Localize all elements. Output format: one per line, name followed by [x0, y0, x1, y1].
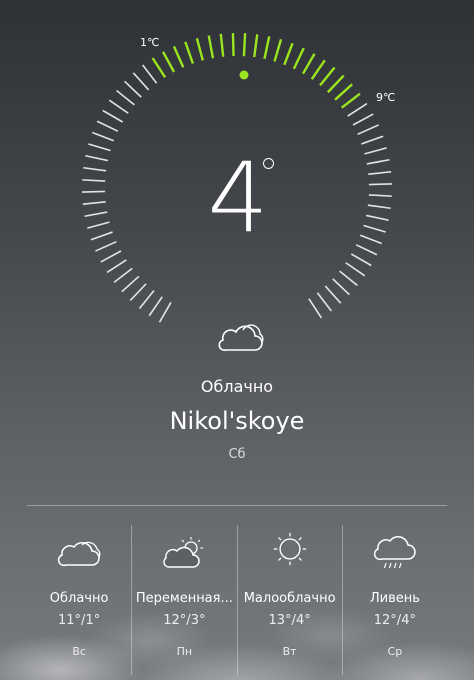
dial-tick — [332, 278, 350, 296]
city-name[interactable]: Nikol'skoye — [0, 407, 474, 435]
forecast-day[interactable]: Переменная... 12°/3° Пн — [131, 525, 236, 675]
dial-tick-range — [151, 57, 167, 78]
forecast-temps: 12°/4° — [373, 613, 416, 628]
forecast-day[interactable]: Облачно 11°/1° Вс — [27, 525, 131, 675]
rain-shower-icon — [373, 536, 416, 569]
dial-tick-range — [242, 33, 247, 57]
current-temperature: 4 — [207, 142, 268, 254]
dial-tick-range — [334, 83, 353, 101]
forecast-condition: Облачно — [49, 591, 109, 606]
cloudy-icon — [218, 324, 264, 352]
dial-tick-range — [253, 34, 259, 58]
dial-tick-range — [263, 36, 271, 60]
dial-tick — [148, 296, 163, 317]
dial-tick-range — [195, 37, 204, 61]
dial-tick — [129, 283, 147, 301]
dial-tick — [96, 120, 119, 132]
dial-tick — [106, 259, 127, 274]
dial-tick — [100, 250, 122, 263]
forecast-day[interactable]: Ливень 12°/4° Ср — [341, 525, 447, 675]
dial-tick — [352, 113, 374, 126]
dial-tick — [116, 89, 135, 106]
dial-tick-range — [319, 66, 336, 87]
current-temp-marker — [239, 70, 249, 80]
dial-tick — [113, 267, 133, 283]
dial-tick — [121, 275, 140, 293]
forecast-condition: Переменная... — [135, 591, 233, 606]
dial-tick — [124, 80, 142, 98]
forecast-day[interactable]: Малооблачно 13°/4° Вт — [236, 525, 342, 675]
dial-tick — [158, 301, 172, 323]
dial-tick — [142, 64, 158, 84]
dial-tick-range — [273, 39, 283, 62]
forecast-temps: 11°/1° — [58, 613, 101, 628]
forecast-day-label: Пн — [176, 645, 193, 658]
degree-symbol — [263, 158, 274, 169]
dial-tick — [324, 285, 342, 304]
dial-tick — [347, 102, 368, 117]
sun-icon — [273, 532, 306, 566]
dial-tick-range — [292, 47, 305, 70]
dial-tick-range — [301, 53, 316, 75]
dial-tick-range — [161, 51, 176, 73]
dial-tick — [92, 131, 115, 142]
dial-tick — [361, 135, 384, 145]
forecast-day-label: Ср — [387, 645, 403, 658]
dial-tick-range — [231, 33, 235, 57]
dial-tick — [357, 124, 379, 136]
dial-tick-range — [340, 92, 361, 109]
dial-tick — [108, 99, 129, 114]
dial-tick-range — [207, 35, 215, 59]
forecast-row: Облачно 11°/1° Вс Переменная... 12°/3° П… — [27, 525, 447, 675]
dial-tick-range — [326, 74, 345, 94]
dial-tick-range — [172, 45, 185, 68]
dial-tick — [132, 72, 150, 91]
current-day: Сб — [228, 447, 246, 462]
current-condition: Облачно — [200, 377, 274, 396]
dial-tick-range — [219, 33, 225, 57]
forecast-temps: 13°/4° — [268, 613, 311, 628]
forecast-day-label: Вт — [282, 645, 297, 658]
divider — [27, 505, 447, 506]
forecast-condition: Ливень — [369, 591, 420, 606]
dial-tick — [316, 292, 332, 312]
dial-tick — [308, 298, 323, 319]
partly-cloudy-icon — [163, 537, 204, 568]
dial-tick-range — [283, 42, 294, 66]
dial-tick — [350, 253, 372, 267]
dial-tick — [345, 262, 366, 277]
cloudy-icon — [58, 541, 101, 567]
dial-tick — [138, 290, 155, 309]
dial-tick — [102, 109, 124, 123]
min-temp-label: 1℃ — [140, 36, 160, 49]
max-temp-label: 9℃ — [376, 91, 396, 104]
forecast-condition: Малооблачно — [243, 591, 336, 606]
dial-tick-range — [310, 59, 326, 80]
forecast-day-label: Вс — [72, 645, 86, 658]
forecast-temps: 12°/3° — [163, 613, 206, 628]
dial-tick-range — [184, 41, 195, 64]
dial-tick — [339, 270, 358, 287]
